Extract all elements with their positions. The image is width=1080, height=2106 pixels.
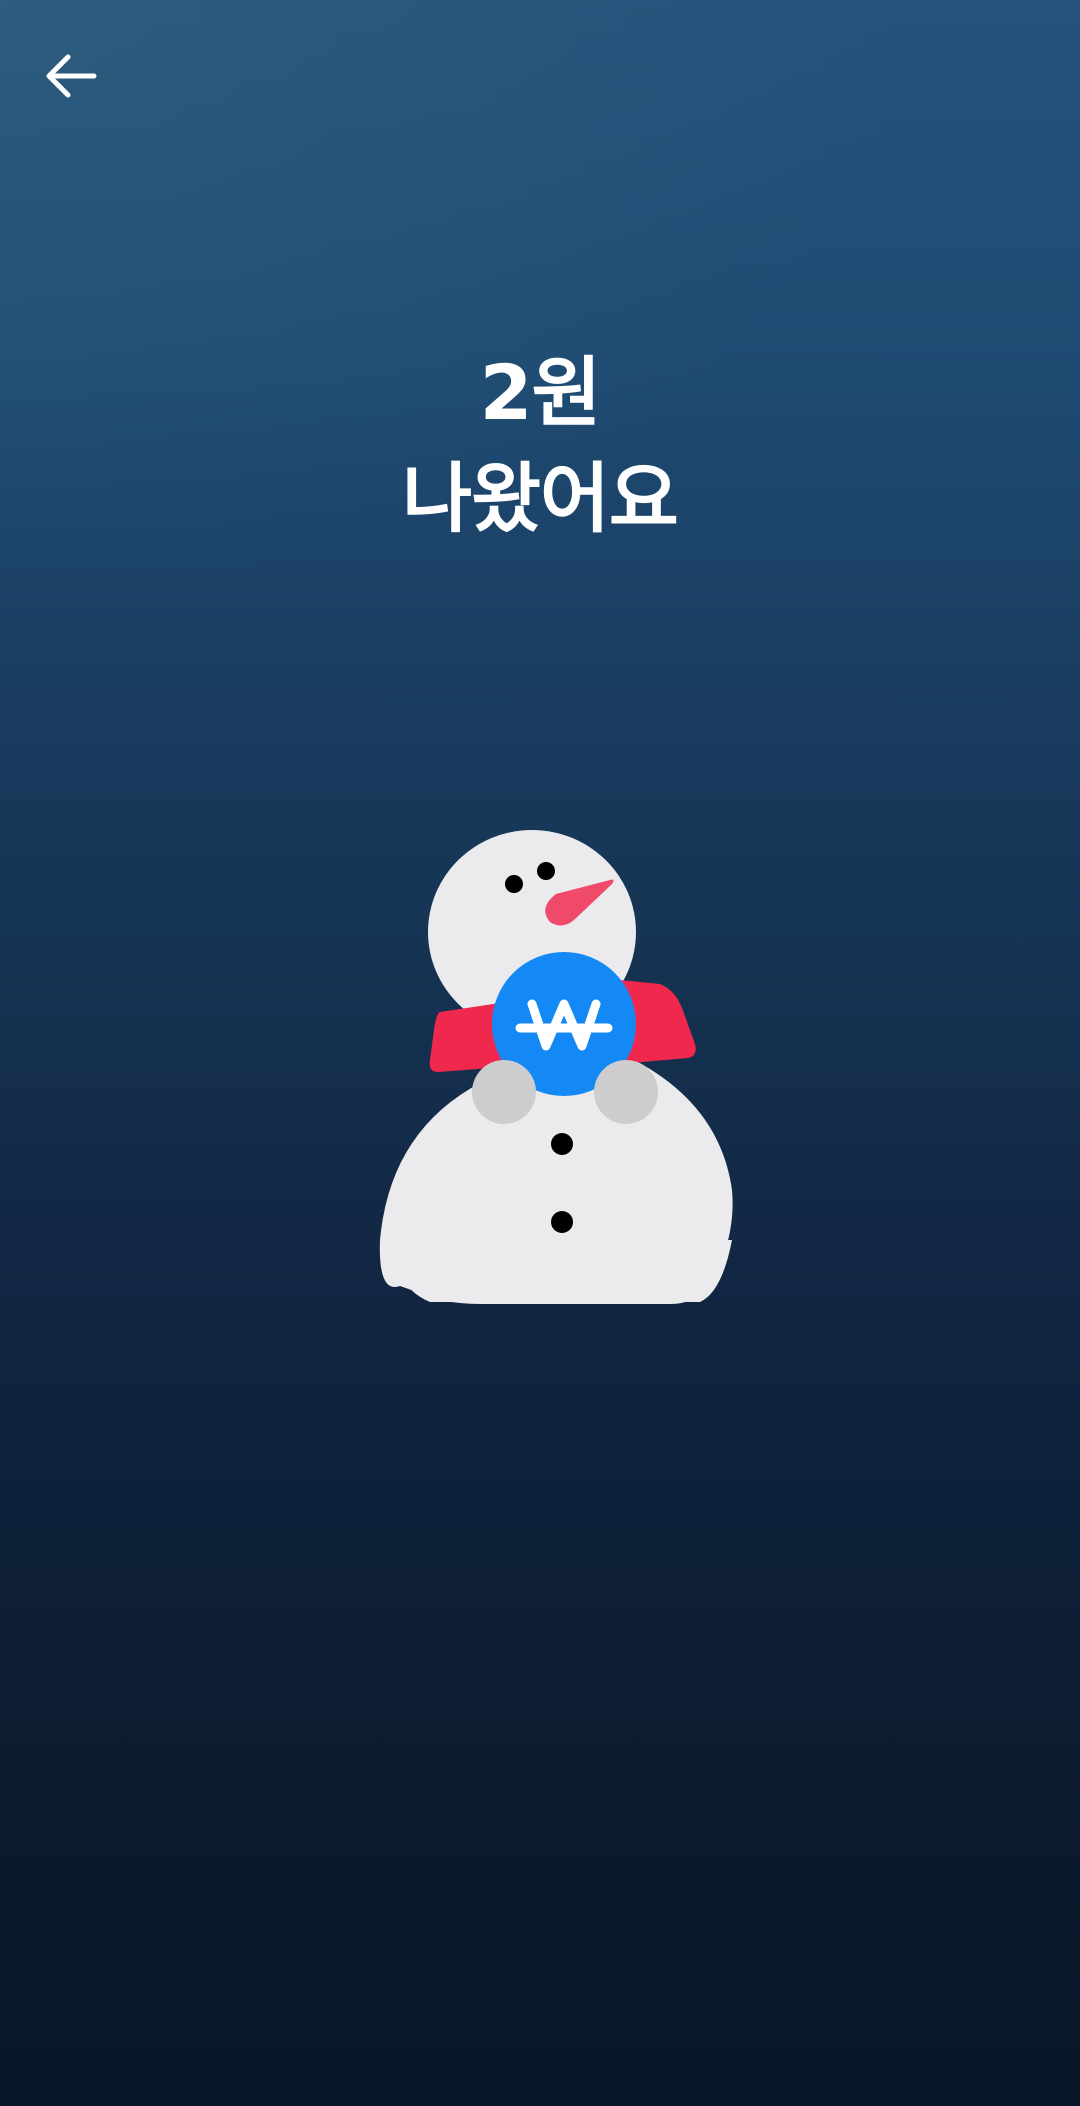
- snowman-button-bottom: [551, 1211, 573, 1233]
- prize-amount: 2원: [479, 348, 602, 437]
- back-button[interactable]: [40, 40, 120, 112]
- snowman-illustration: [379, 830, 733, 1304]
- snowman-right-hand: [594, 1060, 658, 1124]
- result-caption: 나왔어요: [402, 454, 679, 543]
- snowman-left-eye: [505, 875, 523, 893]
- snowman-left-hand: [472, 1060, 536, 1124]
- result-message: 2원 나왔어요: [0, 340, 1080, 552]
- arrow-left-icon: [46, 54, 97, 98]
- snowman-right-eye: [537, 862, 555, 880]
- snowman-button-top: [551, 1133, 573, 1155]
